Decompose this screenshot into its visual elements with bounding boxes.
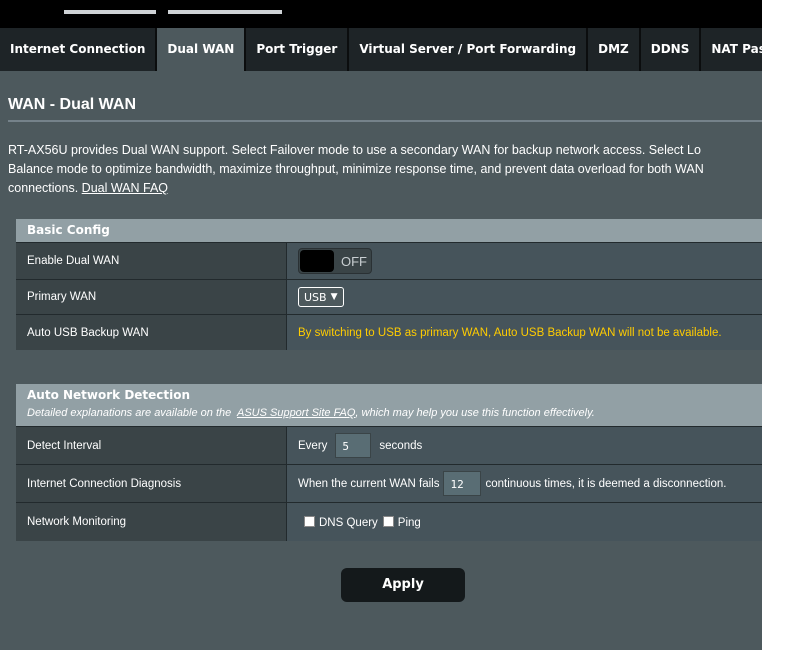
- page-title: WAN - Dual WAN: [8, 96, 136, 113]
- connection-diagnosis-label: Internet Connection Diagnosis: [16, 465, 287, 502]
- content-panel: Internet Connection Dual WAN Port Trigge…: [0, 28, 762, 650]
- auto-usb-backup-cell: By switching to USB as primary WAN, Auto…: [287, 315, 762, 350]
- toggle-knob: [300, 250, 334, 272]
- asus-support-faq-link[interactable]: ASUS Support Site FAQ: [237, 407, 355, 419]
- tab-virtual-server[interactable]: Virtual Server / Port Forwarding: [349, 28, 589, 71]
- auto-detection-table: Auto Network Detection Detailed explanat…: [16, 384, 762, 541]
- dns-query-label: DNS Query: [319, 516, 378, 529]
- diagnosis-count-input[interactable]: 12: [443, 471, 482, 496]
- connection-diagnosis-cell: When the current WAN fails 12 continuous…: [287, 465, 762, 502]
- table-row: Network Monitoring DNS Query Ping: [16, 502, 762, 541]
- auto-detection-subtitle: Detailed explanations are available on t…: [27, 407, 762, 419]
- interval-suffix: seconds: [379, 439, 423, 452]
- primary-wan-select[interactable]: USB ▼: [298, 287, 344, 307]
- interval-prefix: Every: [298, 439, 328, 452]
- top-banner-strip: [0, 0, 762, 28]
- detect-interval-label: Detect Interval: [16, 427, 287, 464]
- banner-decoration: [168, 10, 282, 14]
- tab-port-trigger[interactable]: Port Trigger: [246, 28, 350, 71]
- ping-checkbox[interactable]: [382, 515, 394, 527]
- tab-internet-connection[interactable]: Internet Connection: [0, 28, 158, 71]
- description-text: connections.: [8, 181, 79, 195]
- network-monitoring-label: Network Monitoring: [16, 503, 287, 541]
- description-line: Balance mode to optimize bandwidth, maxi…: [8, 162, 704, 176]
- banner-decoration: [64, 10, 156, 14]
- detect-interval-cell: Every 5 seconds: [287, 427, 762, 464]
- table-row: Internet Connection Diagnosis When the c…: [16, 464, 762, 502]
- basic-config-header: Basic Config: [16, 219, 762, 242]
- toggle-state-text: OFF: [341, 254, 367, 269]
- primary-wan-label: Primary WAN: [16, 280, 287, 314]
- enable-dual-wan-cell: OFF: [287, 243, 762, 279]
- ping-label: Ping: [397, 516, 421, 529]
- tab-nat-passthrough[interactable]: NAT Passthrough: [701, 28, 762, 71]
- tab-bar: Internet Connection Dual WAN Port Trigge…: [0, 28, 762, 71]
- table-row: Auto USB Backup WAN By switching to USB …: [16, 314, 762, 350]
- primary-wan-value: USB: [304, 290, 327, 304]
- title-divider: [8, 120, 762, 122]
- dns-query-option: DNS Query: [304, 515, 378, 529]
- auto-usb-warning: By switching to USB as primary WAN, Auto…: [298, 326, 722, 339]
- table-row: Detect Interval Every 5 seconds: [16, 426, 762, 464]
- table-row: Primary WAN USB ▼: [16, 279, 762, 314]
- dns-query-checkbox[interactable]: [304, 515, 315, 527]
- description-line: connections. Dual WAN FAQ: [8, 179, 762, 198]
- tab-ddns[interactable]: DDNS: [640, 28, 702, 71]
- detect-interval-input[interactable]: 5: [335, 433, 372, 458]
- primary-wan-cell: USB ▼: [287, 280, 762, 314]
- ping-option: Ping: [382, 515, 421, 529]
- auto-detection-header: Auto Network Detection Detailed explanat…: [16, 384, 762, 426]
- subtitle-text: Detailed explanations are available on t…: [27, 407, 232, 419]
- enable-dual-wan-toggle[interactable]: OFF: [298, 248, 372, 274]
- description-line: RT-AX56U provides Dual WAN support. Sele…: [8, 143, 701, 157]
- tab-dmz[interactable]: DMZ: [588, 28, 641, 71]
- dual-wan-faq-link[interactable]: Dual WAN FAQ: [82, 181, 168, 195]
- diagnosis-prefix: When the current WAN fails: [298, 477, 440, 490]
- auto-detection-title: Auto Network Detection: [27, 388, 191, 402]
- page-description: RT-AX56U provides Dual WAN support. Sele…: [8, 141, 762, 198]
- table-row: Enable Dual WAN OFF: [16, 242, 762, 279]
- auto-usb-backup-label: Auto USB Backup WAN: [16, 315, 287, 350]
- enable-dual-wan-label: Enable Dual WAN: [16, 243, 287, 279]
- apply-button[interactable]: Apply: [341, 568, 465, 602]
- tab-dual-wan[interactable]: Dual WAN: [157, 28, 247, 71]
- network-monitoring-cell: DNS Query Ping: [287, 503, 762, 541]
- chevron-down-icon: ▼: [330, 292, 338, 302]
- basic-config-table: Basic Config Enable Dual WAN OFF Primary…: [16, 219, 762, 350]
- diagnosis-suffix: continuous times, it is deemed a disconn…: [485, 477, 727, 490]
- subtitle-text: , which may help you use this function e…: [355, 407, 595, 419]
